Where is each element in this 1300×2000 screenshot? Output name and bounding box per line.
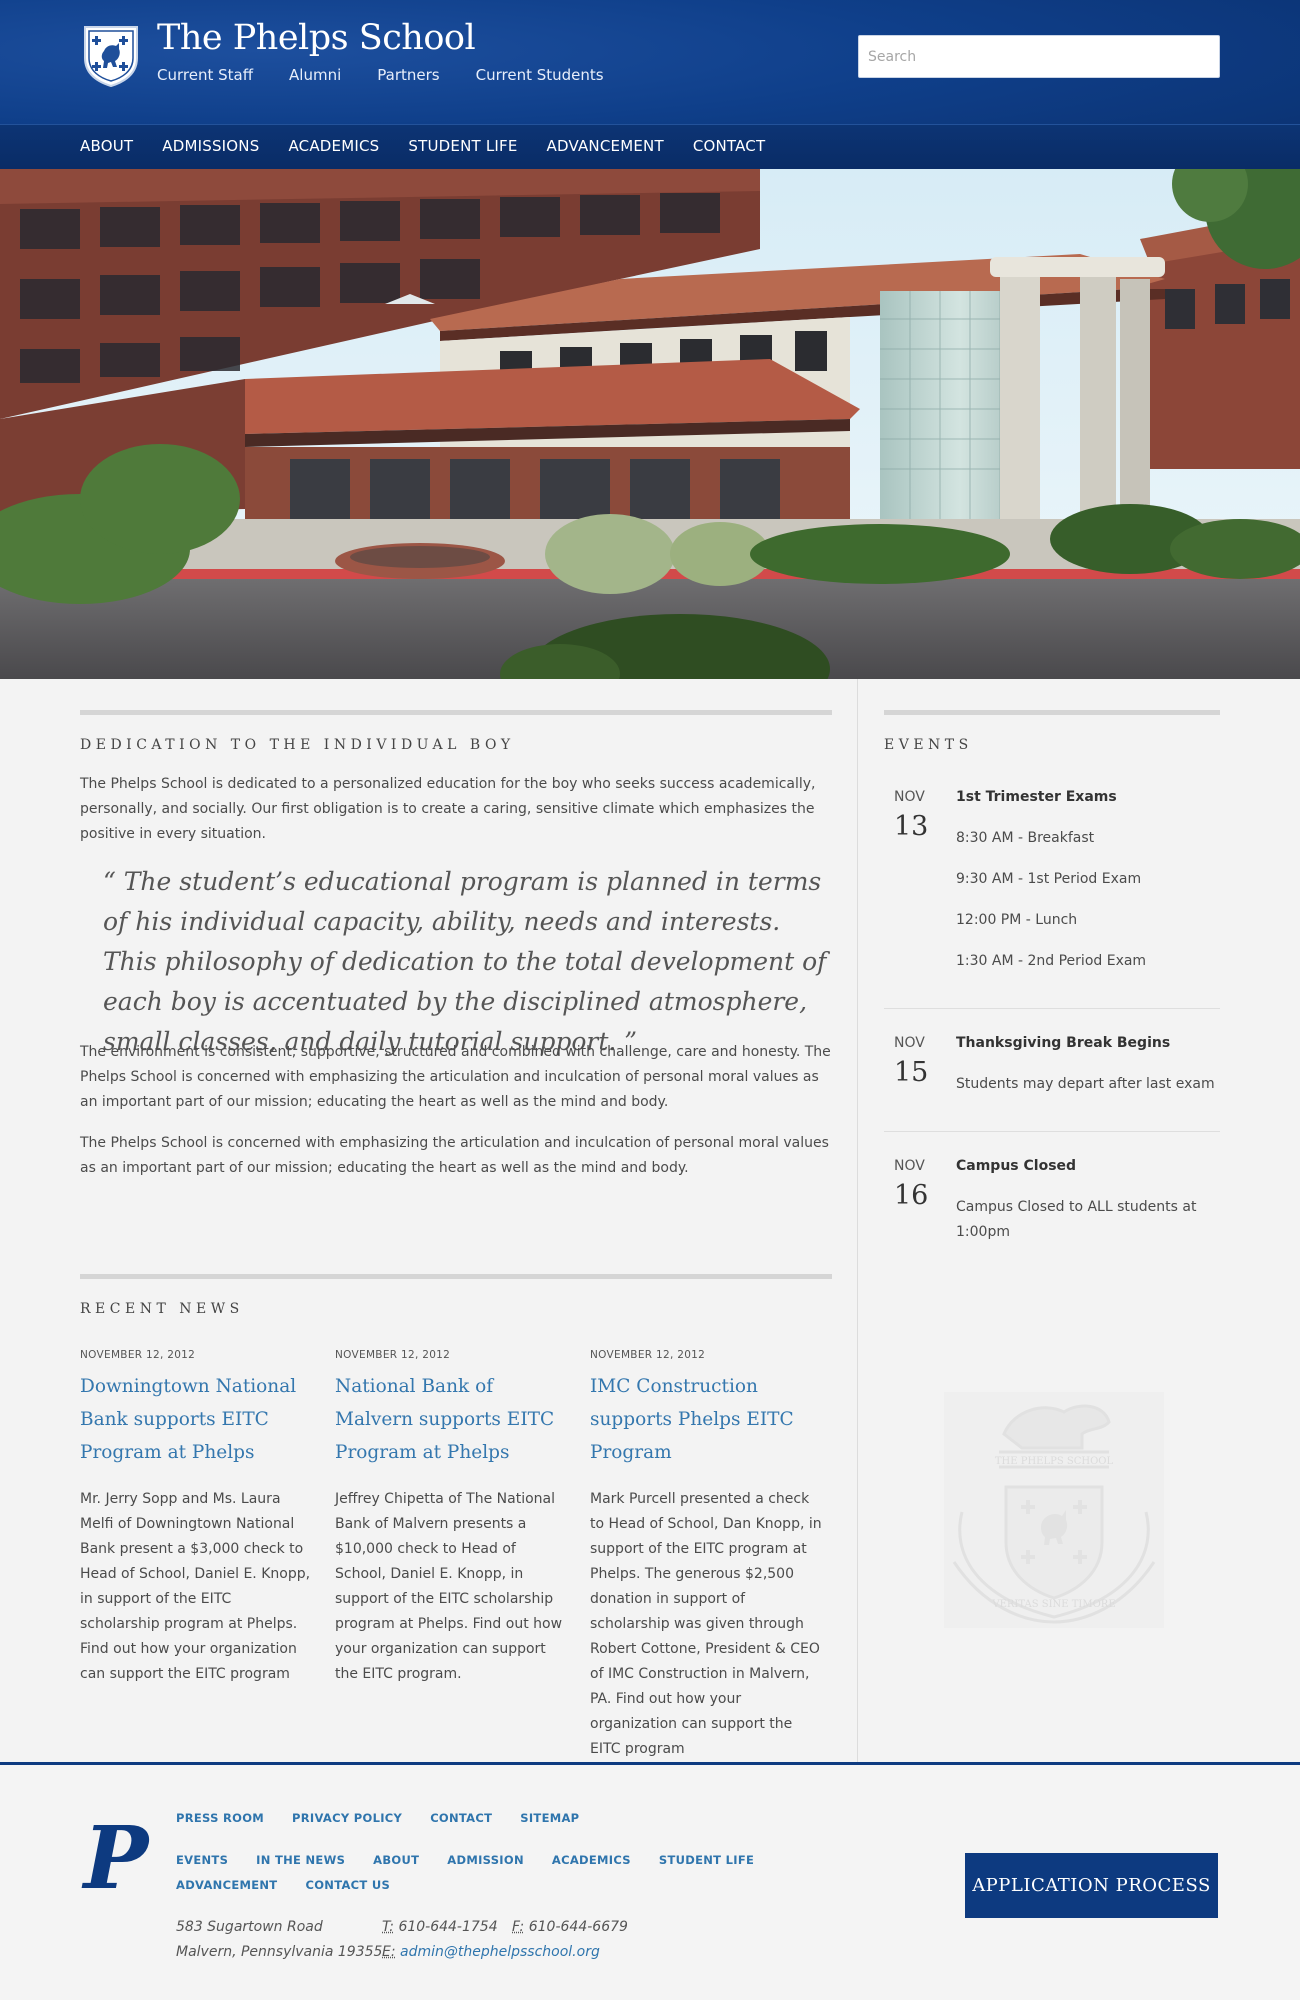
intro-title: DEDICATION TO THE INDIVIDUAL BOY <box>80 737 515 753</box>
section-rule <box>80 1274 832 1279</box>
footer-fax: F: 610-644-6679 <box>512 1915 628 1940</box>
search-input[interactable] <box>858 35 1220 78</box>
header-top: The Phelps School Current Staff Alumni P… <box>0 0 1300 124</box>
address-line-1: 583 Sugartown Road <box>176 1919 323 1935</box>
site-header: The Phelps School Current Staff Alumni P… <box>0 0 1300 169</box>
hero-image <box>0 169 1300 679</box>
news-date: NOVEMBER 12, 2012 <box>590 1349 706 1361</box>
news-body: Jeffrey Chipetta of The National Bank of… <box>335 1491 563 1682</box>
footer-address: 583 Sugartown Road Malvern, Pennsylvania… <box>176 1915 382 1965</box>
fax-label: F: <box>512 1919 525 1935</box>
event-detail: 9:30 AM - 1st Period Exam <box>956 871 1142 887</box>
site-title[interactable]: The Phelps School <box>157 18 476 58</box>
event-item[interactable]: NOV 15 Thanksgiving Break Begins Student… <box>884 1035 1220 1105</box>
event-separator <box>884 1008 1220 1009</box>
nav-advancement[interactable]: ADVANCEMENT <box>547 137 664 155</box>
nav-admissions[interactable]: ADMISSIONS <box>162 137 259 155</box>
footer-link-contact-us[interactable]: CONTACT US <box>305 1873 390 1898</box>
section-rule <box>80 710 832 715</box>
news-date: NOVEMBER 12, 2012 <box>80 1349 196 1361</box>
footer-logo-icon[interactable]: P <box>80 1814 152 1898</box>
footer-link-advancement[interactable]: ADVANCEMENT <box>176 1873 277 1898</box>
nav-about[interactable]: ABOUT <box>80 137 133 155</box>
news-title-link[interactable]: IMC Construction supports Phelps EITC Pr… <box>590 1370 825 1469</box>
event-item[interactable]: NOV 13 1st Trimester Exams 8:30 AM - Bre… <box>884 789 1220 979</box>
event-title[interactable]: Thanksgiving Break Begins <box>956 1035 1170 1051</box>
email-link[interactable]: admin@thephelpsschool.org <box>400 1944 600 1960</box>
util-link-current-staff[interactable]: Current Staff <box>157 66 253 84</box>
util-link-current-students[interactable]: Current Students <box>476 66 604 84</box>
util-link-alumni[interactable]: Alumni <box>289 66 341 84</box>
event-day: 15 <box>894 1057 929 1088</box>
event-title[interactable]: 1st Trimester Exams <box>956 789 1117 805</box>
address-line-2: Malvern, Pennsylvania 19355 <box>176 1944 383 1960</box>
intro-paragraph-2: The environment is consistent, supportiv… <box>80 1044 831 1110</box>
sidebar-divider <box>857 679 858 1762</box>
event-item[interactable]: NOV 16 Campus Closed Campus Closed to AL… <box>884 1158 1220 1248</box>
svg-text:THE PHELPS SCHOOL: THE PHELPS SCHOOL <box>995 1456 1114 1467</box>
event-day: 13 <box>894 811 929 842</box>
news-item: NOVEMBER 12, 2012 IMC Construction suppo… <box>590 1349 825 1762</box>
event-month: NOV <box>894 789 925 805</box>
event-detail: Students may depart after last exam <box>956 1076 1215 1092</box>
news-item: NOVEMBER 12, 2012 National Bank of Malve… <box>335 1349 570 1687</box>
section-rule <box>884 710 1220 715</box>
intro-paragraph-3: The Phelps School is concerned with emph… <box>80 1135 829 1176</box>
event-month: NOV <box>894 1035 925 1051</box>
footer-links-primary: PRESS ROOM PRIVACY POLICY CONTACT SITEMA… <box>176 1806 836 1831</box>
footer-links-secondary: EVENTS IN THE NEWS ABOUT ADMISSION ACADE… <box>176 1848 836 1898</box>
application-process-button[interactable]: APPLICATION PROCESS <box>965 1853 1218 1918</box>
nav-student-life[interactable]: STUDENT LIFE <box>408 137 517 155</box>
event-title[interactable]: Campus Closed <box>956 1158 1076 1174</box>
footer-link-academics[interactable]: ACADEMICS <box>552 1848 631 1873</box>
svg-text:VERITAS SINE TIMORE: VERITAS SINE TIMORE <box>991 1599 1115 1610</box>
event-detail: 1:30 AM - 2nd Period Exam <box>956 953 1147 969</box>
news-section-title: RECENT NEWS <box>80 1301 244 1317</box>
news-item: NOVEMBER 12, 2012 Downingtown National B… <box>80 1349 315 1687</box>
event-separator <box>884 1131 1220 1132</box>
school-building-photo <box>0 169 1300 679</box>
main-nav: ABOUT ADMISSIONS ACADEMICS STUDENT LIFE … <box>0 124 1300 169</box>
util-link-partners[interactable]: Partners <box>377 66 439 84</box>
event-detail: 8:30 AM - Breakfast <box>956 830 1095 846</box>
event-detail: Campus Closed to ALL students at <box>956 1199 1197 1215</box>
news-title-link[interactable]: Downingtown National Bank supports EITC … <box>80 1370 315 1469</box>
footer-link-in-the-news[interactable]: IN THE NEWS <box>256 1848 345 1873</box>
event-detail: 12:00 PM - Lunch <box>956 912 1078 928</box>
phone-label: T: <box>382 1919 394 1935</box>
footer-link-sitemap[interactable]: SITEMAP <box>520 1806 579 1831</box>
email-label: E: <box>382 1944 396 1960</box>
fax-number: 610-644-6679 <box>528 1919 628 1935</box>
intro-paragraph-1: The Phelps School is dedicated to a pers… <box>80 776 816 842</box>
school-seal-watermark-icon: THE PHELPS SCHOOL VERITAS SINE TIMORE <box>944 1392 1164 1628</box>
footer-email: E: admin@thephelpsschool.org <box>382 1940 600 1965</box>
footer-link-press-room[interactable]: PRESS ROOM <box>176 1806 264 1831</box>
nav-academics[interactable]: ACADEMICS <box>288 137 379 155</box>
footer-link-admission[interactable]: ADMISSION <box>447 1848 524 1873</box>
event-month: NOV <box>894 1158 925 1174</box>
footer-link-about[interactable]: ABOUT <box>373 1848 419 1873</box>
nav-contact[interactable]: CONTACT <box>693 137 766 155</box>
school-crest-icon[interactable] <box>82 24 140 88</box>
footer-link-student-life[interactable]: STUDENT LIFE <box>659 1848 754 1873</box>
news-body: Mr. Jerry Sopp and Ms. Laura Melfi of Do… <box>80 1491 311 1682</box>
intro-quote: “ The student’s educational program is p… <box>103 867 827 1056</box>
phone-number: 610-644-1754 <box>398 1919 498 1935</box>
events-title: EVENTS <box>884 737 973 753</box>
footer-link-contact[interactable]: CONTACT <box>430 1806 492 1831</box>
svg-text:P: P <box>81 1814 151 1898</box>
news-title-link[interactable]: National Bank of Malvern supports EITC P… <box>335 1370 570 1469</box>
footer-link-events[interactable]: EVENTS <box>176 1848 228 1873</box>
event-day: 16 <box>894 1180 929 1211</box>
footer-link-privacy-policy[interactable]: PRIVACY POLICY <box>292 1806 402 1831</box>
event-detail: 1:00pm <box>956 1224 1010 1240</box>
news-body: Mark Purcell presented a check to Head o… <box>590 1491 822 1757</box>
utility-nav: Current Staff Alumni Partners Current St… <box>157 66 604 84</box>
news-date: NOVEMBER 12, 2012 <box>335 1349 451 1361</box>
